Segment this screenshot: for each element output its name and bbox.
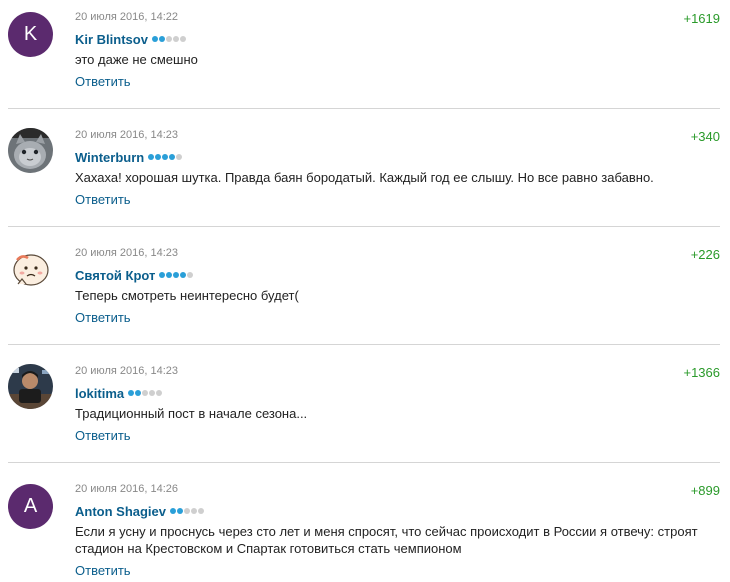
rating-dot [158,36,165,42]
rating-dot [169,154,176,160]
comment-score: +226 [690,247,720,262]
reply-link[interactable]: Ответить [75,74,131,89]
author-name[interactable]: Winterburn [75,150,144,165]
avatar[interactable] [8,364,53,409]
comment-text: Теперь смотреть неинтересно будет( [75,288,299,303]
reply-link[interactable]: Ответить [75,428,131,443]
reply-link[interactable]: Ответить [75,310,131,325]
reply-link[interactable]: Ответить [75,192,131,207]
author-name[interactable]: lokitima [75,386,124,401]
rating-dot [156,390,163,396]
comment-score: +1619 [683,11,720,26]
comment-date: 20 июля 2016, 14:23 [75,365,178,377]
comment-score: +1366 [683,365,720,380]
author-name[interactable]: Святой Крот [75,268,155,283]
comment-score: +340 [690,129,720,144]
reply-link[interactable]: Ответить [75,563,131,578]
rating-dot [148,154,155,160]
comment-date: 20 июля 2016, 14:23 [75,129,178,141]
comment-date: 20 июля 2016, 14:23 [75,247,178,259]
rating-dot [173,272,180,278]
rating-dots [159,272,194,278]
rating-dots [128,390,163,396]
divider [8,462,720,463]
author-row: Anton Shagiev [75,503,205,519]
author-row: lokitima [75,385,163,401]
rating-dots [170,508,205,514]
photo-avatar-image [8,364,53,409]
rating-dot [135,390,142,396]
comment-text: Хахаха! хорошая шутка. Правда баян бород… [75,170,654,185]
avatar[interactable]: A [8,484,53,529]
avatar[interactable] [8,246,53,291]
comment-text: Традиционный пост в начале сезона... [75,406,308,421]
comment-text: это даже не смешно [75,52,198,67]
divider [8,108,720,109]
comment-score: +899 [690,483,720,498]
cat-avatar-image [8,128,53,173]
rating-dot [177,508,184,514]
rating-dot [128,390,135,396]
rating-dot [172,36,179,42]
comment-date: 20 июля 2016, 14:22 [75,11,178,23]
comment-date: 20 июля 2016, 14:26 [75,483,178,495]
rating-dot [191,508,198,514]
rating-dot [162,154,169,160]
author-row: Kir Blintsov [75,31,187,47]
avatar[interactable] [8,128,53,173]
rating-dot [165,36,172,42]
divider [8,344,720,345]
rating-dot [176,154,183,160]
rating-dot [151,36,158,42]
rating-dot [180,272,187,278]
rating-dot [149,390,156,396]
author-name[interactable]: Kir Blintsov [75,32,148,47]
rating-dots [148,154,183,160]
rating-dot [166,272,173,278]
rating-dot [155,154,162,160]
avatar[interactable]: K [8,12,53,57]
rating-dot [198,508,205,514]
sticker-avatar-image [8,246,53,291]
comment-feed: K 20 июля 2016, 14:22 Kir Blintsov это д… [0,0,730,582]
author-name[interactable]: Anton Shagiev [75,504,166,519]
rating-dot [159,272,166,278]
rating-dots [151,36,187,42]
rating-dot [170,508,177,514]
comment-text: Если я усну и проснусь через сто лет и м… [75,524,698,556]
rating-dot [187,272,194,278]
rating-dot [184,508,191,514]
rating-dot [179,36,186,42]
author-row: Святой Крот [75,267,194,283]
author-row: Winterburn [75,149,183,165]
divider [8,226,720,227]
rating-dot [142,390,149,396]
